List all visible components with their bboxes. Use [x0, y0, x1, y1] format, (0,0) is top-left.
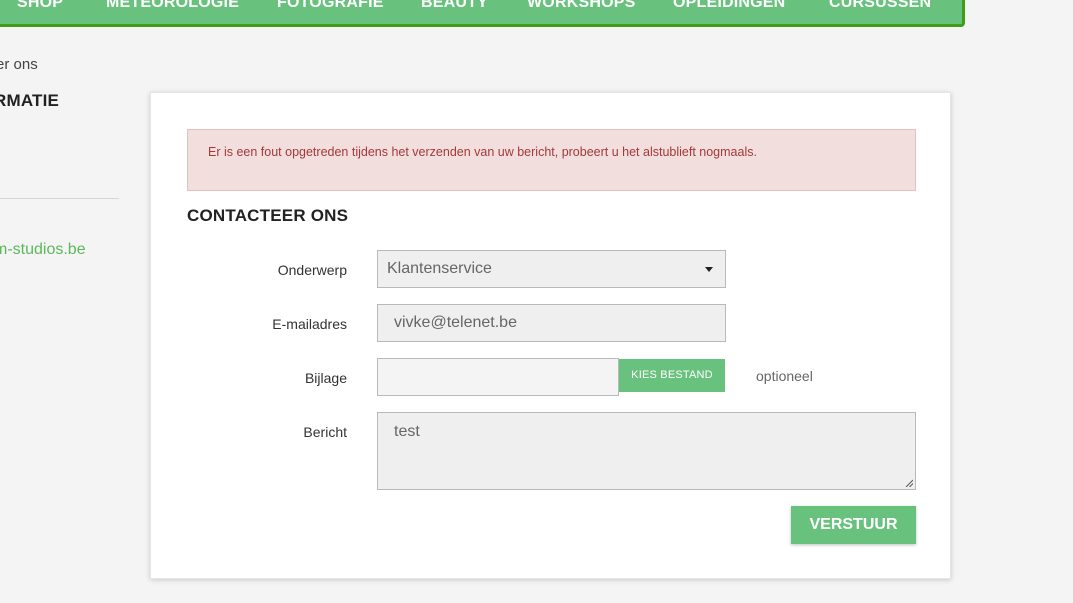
email-field[interactable]: vivke@telenet.be [377, 304, 726, 342]
attachment-field[interactable] [377, 358, 619, 396]
sidebar-heading: RMATIE [0, 91, 60, 110]
message-textarea[interactable]: test [377, 412, 916, 490]
chevron-down-icon [705, 267, 713, 272]
email-label: E-mailadres [272, 316, 347, 332]
nav-item-fotografie[interactable]: FOTOGRAFIE [277, 0, 384, 11]
nav-item-shop[interactable]: SHOP [17, 0, 63, 11]
message-textarea-value: test [394, 423, 420, 440]
resize-handle-icon[interactable] [905, 479, 913, 487]
form-title: CONTACTEER ONS [187, 206, 349, 225]
subject-select-value: Klantenservice [387, 260, 492, 277]
subject-label: Onderwerp [277, 262, 347, 278]
message-label: Bericht [303, 424, 347, 440]
subject-select[interactable]: Klantenservice [377, 250, 726, 288]
nav-item-workshops[interactable]: WORKSHOPS [527, 0, 635, 11]
top-navigation: SHOP METEOROLOGIE FOTOGRAFIE BEAUTY WORK… [0, 0, 965, 27]
nav-item-cursussen[interactable]: CURSUSSEN [829, 0, 931, 11]
attachment-label: Bijlage [304, 370, 347, 386]
nav-item-beauty[interactable]: BEAUTY [421, 0, 488, 11]
error-alert-message: Er is een fout opgetreden tijdens het ve… [208, 145, 757, 159]
breadcrumb: er ons [0, 56, 38, 73]
email-field-value: vivke@telenet.be [394, 314, 517, 331]
sidebar-divider [0, 198, 119, 199]
contact-card: Er is een fout opgetreden tijdens het ve… [150, 92, 951, 579]
choose-file-button[interactable]: KIES BESTAND [619, 359, 725, 392]
error-alert: Er is een fout opgetreden tijdens het ve… [187, 129, 916, 191]
sidebar-website-link[interactable]: m-studios.be [0, 241, 86, 259]
submit-button[interactable]: VERSTUUR [791, 506, 916, 544]
nav-item-meteorologie[interactable]: METEOROLOGIE [106, 0, 239, 11]
attachment-hint: optioneel [756, 368, 813, 384]
nav-item-opleidingen[interactable]: OPLEIDINGEN [673, 0, 785, 11]
